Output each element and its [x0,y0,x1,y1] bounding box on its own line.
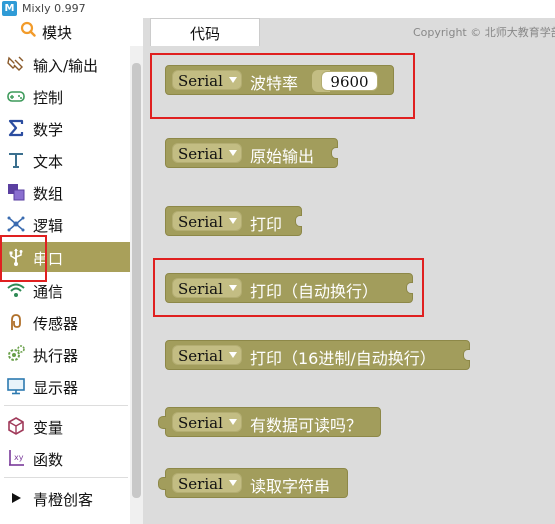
serial-dropdown[interactable]: Serial [172,412,242,432]
sidebar-item-label: 显示器 [33,379,79,397]
block-label: 打印（16进制/自动换行） [250,349,436,368]
sidebar-item-label: 输入/输出 [33,57,99,75]
highlight-box-serial-category [0,235,47,282]
sigma-icon [8,119,24,137]
svg-text:xy: xy [14,453,24,462]
sidebar-item-label: 数学 [33,121,64,139]
logic-icon [7,216,25,232]
block-label: 读取字符串 [250,477,331,496]
dropdown-arrow-icon [229,150,237,156]
sidebar-item-qingcheng-maker[interactable]: 青橙创客 [0,483,130,513]
monitor-icon [7,378,25,395]
block-label: 原始输出 [250,147,315,166]
serial-dropdown[interactable]: Serial [172,211,242,231]
output-connector [158,477,166,490]
serial-dropdown-label: Serial [178,414,223,432]
serial-dropdown[interactable]: Serial [172,473,242,493]
search-icon[interactable] [20,21,36,37]
input-connector [463,349,470,361]
block-label: 打印 [250,215,283,234]
dropdown-arrow-icon [229,480,237,486]
serial-print-block[interactable]: Serial 打印 [165,206,302,236]
category-header-label: 模块 [42,24,73,42]
serial-dropdown-label: Serial [178,347,223,365]
dropdown-arrow-icon [229,352,237,358]
window-title: Mixly 0.997 [22,2,86,15]
array-icon [8,184,25,201]
sidebar-item-label: 文本 [33,153,64,171]
text-t-icon [9,153,23,168]
play-triangle-icon [12,493,21,503]
sensor-icon [11,314,21,330]
sidebar-item-label: 通信 [33,283,64,301]
tab-code[interactable]: 代码 [150,18,260,46]
gear-icon [8,345,25,361]
sidebar-item-label: 执行器 [33,347,79,365]
highlight-box-baud-rate [150,53,415,119]
input-connector [331,147,338,159]
sidebar-item-label: 传感器 [33,315,79,333]
copyright-notice: Copyright © 北师大教育学部i [413,26,555,39]
block-label: 有数据可读吗？ [250,416,363,435]
sidebar-item-label: 函数 [33,451,64,469]
sidebar-item-function[interactable]: xy 函数 [0,443,130,473]
output-connector [158,416,166,429]
title-bar: M Mixly 0.997 [0,0,555,19]
sidebar-item-label: 青橙创客 [33,491,94,509]
sidebar-item-input-output[interactable]: 输入/输出 [0,49,130,79]
gamepad-icon [7,91,25,102]
wifi-icon [7,283,25,297]
function-icon: xy [9,450,24,466]
tab-code-label: 代码 [189,25,220,43]
sidebar-item-actuator[interactable]: 执行器 [0,339,130,369]
sidebar-item-variable[interactable]: 变量 [0,411,130,441]
serial-dropdown[interactable]: Serial [172,345,242,365]
serial-dropdown-label: Serial [178,475,223,493]
category-header: 模块 [0,18,143,46]
serial-available-block[interactable]: Serial 有数据可读吗？ [158,407,381,437]
dropdown-arrow-icon [229,218,237,224]
cube-icon [8,417,24,435]
sidebar-item-control[interactable]: 控制 [0,81,130,111]
serial-read-string-block[interactable]: Serial 读取字符串 [158,468,348,498]
mixly-app-icon: M [2,1,17,16]
sidebar-item-label: 逻辑 [33,217,64,235]
sidebar-item-label: 控制 [33,89,64,107]
serial-dropdown-label: Serial [178,213,223,231]
serial-hex-println-block[interactable]: Serial 打印（16进制/自动换行） [165,340,470,370]
input-output-icon [7,56,24,71]
input-connector [295,215,302,227]
dropdown-arrow-icon [229,419,237,425]
sidebar-item-text[interactable]: 文本 [0,145,130,175]
sidebar-scrollbar-thumb[interactable] [132,63,141,498]
sidebar-item-label: 数组 [33,185,64,203]
sidebar-item-sensor[interactable]: 传感器 [0,307,130,337]
sidebar-item-label: 变量 [33,419,64,437]
serial-dropdown[interactable]: Serial [172,143,242,163]
category-divider [4,477,128,478]
highlight-box-println [153,258,424,317]
serial-raw-output-block[interactable]: Serial 原始输出 [165,138,338,168]
serial-dropdown-label: Serial [178,145,223,163]
sidebar-item-display[interactable]: 显示器 [0,371,130,401]
category-divider [4,405,128,406]
sidebar-item-array[interactable]: 数组 [0,177,130,207]
sidebar-item-math[interactable]: 数学 [0,113,130,143]
